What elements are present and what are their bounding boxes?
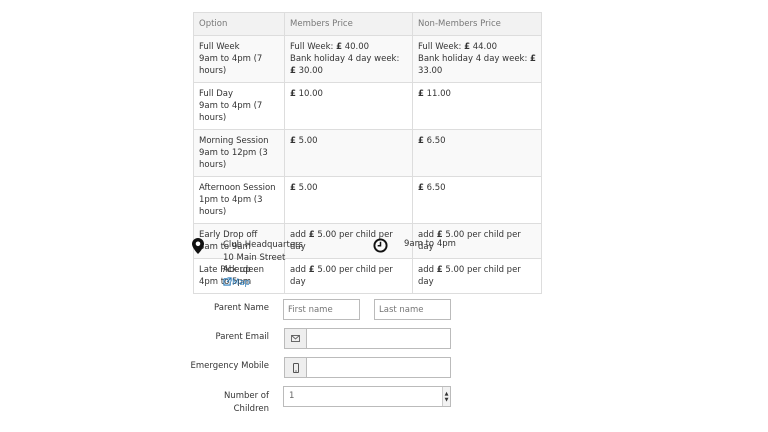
table-row: Full Day 9am to 4pm (7 hours) £ 10.00 £ 1… [193, 82, 542, 130]
members-price-cell: £ 5.00 [284, 176, 413, 224]
option-cell: Afternoon Session 1pm to 4pm (3 hours) [193, 176, 285, 224]
map-link-label: Map [232, 277, 250, 288]
price-label: Full Week: [418, 42, 465, 52]
currency-symbol: £ [290, 89, 296, 99]
currency-symbol: £ [336, 42, 343, 52]
price-amount: 11.00 [426, 89, 451, 99]
members-price-cell: Full Week: £ 40.00 Bank holiday 4 day we… [284, 35, 413, 83]
currency-symbol: £ [418, 136, 424, 146]
clock-icon [373, 238, 388, 253]
currency-symbol: £ [418, 183, 424, 193]
price-prefix: add [418, 265, 437, 275]
children-label-line1: Number of [223, 391, 269, 401]
option-time: 9am to 4pm (7 hours) [199, 54, 263, 76]
currency-symbol: £ [464, 42, 471, 52]
price-amount: 5.00 [298, 183, 318, 193]
non-members-price-cell: £ 6.50 [412, 129, 542, 177]
currency-symbol: £ [290, 136, 296, 146]
price-amount: 30.00 [298, 66, 323, 76]
pricing-header-row: Option Members Price Non-Members Price [193, 12, 542, 36]
price-label: Bank holiday 4 day week: [290, 54, 400, 64]
currency-symbol: £ [436, 265, 443, 275]
location-name: Club Headquarters [223, 240, 303, 250]
emergency-mobile-input[interactable] [306, 357, 451, 378]
non-members-price-cell: £ 6.50 [412, 176, 542, 224]
price-label: Full Week: [290, 42, 337, 52]
envelope-icon [284, 328, 307, 349]
currency-symbol: £ [290, 66, 296, 76]
last-name-input[interactable] [374, 299, 451, 320]
children-selected-value: 1 [289, 391, 295, 401]
price-amount: 40.00 [344, 42, 370, 52]
map-link[interactable]: Map [223, 276, 250, 288]
opening-hours: 9am to 4pm [404, 239, 456, 249]
header-non-members-price: Non-Members Price [412, 12, 542, 36]
currency-symbol: £ [290, 183, 296, 193]
header-members-price: Members Price [284, 12, 413, 36]
number-of-children-label: Number of Children [189, 390, 269, 415]
external-link-icon [223, 276, 232, 288]
members-price-cell: £ 5.00 [284, 129, 413, 177]
price-amount: 33.00 [418, 66, 443, 76]
parent-name-label: Parent Name [214, 303, 269, 313]
non-members-price-cell: add £ 5.00 per child per day [412, 258, 542, 294]
price-amount: 44.00 [472, 42, 498, 52]
option-cell: Full Week 9am to 4pm (7 hours) [193, 35, 285, 83]
table-row: Afternoon Session 1pm to 4pm (3 hours) £ … [193, 176, 542, 224]
children-label-line2: Children [233, 403, 269, 414]
header-option: Option [193, 12, 285, 36]
location-city: Aberdeen [223, 265, 265, 275]
option-name: Morning Session [199, 136, 269, 146]
option-time: 9am to 12pm (3 hours) [199, 148, 268, 170]
currency-symbol: £ [308, 230, 315, 240]
members-price-cell: add £ 5.00 per child per day [284, 258, 413, 294]
currency-symbol: £ [418, 89, 424, 99]
non-members-price-cell: Full Week: £ 44.00 Bank holiday 4 day we… [412, 35, 542, 83]
price-amount: 6.50 [426, 183, 446, 193]
members-price-cell: add £ 5.00 per child per day [284, 223, 413, 259]
parent-email-input[interactable] [306, 328, 451, 349]
option-name: Full Day [199, 89, 234, 99]
price-label: Bank holiday 4 day week: [418, 54, 531, 64]
option-name: Afternoon Session [199, 183, 276, 193]
price-amount: 5.00 [445, 265, 465, 275]
map-marker-icon [192, 238, 204, 254]
option-cell: Full Day 9am to 4pm (7 hours) [193, 82, 285, 130]
option-time: 1pm to 4pm (3 hours) [199, 195, 263, 217]
option-time: 9am to 4pm (7 hours) [199, 101, 263, 123]
number-of-children-select[interactable]: 1 ▲ ▼ [283, 386, 451, 407]
price-amount: 10.00 [298, 89, 323, 99]
location-street: 10 Main Street [223, 252, 286, 263]
option-cell: Morning Session 9am to 12pm (3 hours) [193, 129, 285, 177]
select-arrow-icon: ▲ ▼ [442, 387, 450, 406]
table-row: Full Week 9am to 4pm (7 hours) Full Week:… [193, 35, 542, 83]
members-price-cell: £ 10.00 [284, 82, 413, 130]
price-amount: 5.00 [317, 265, 337, 275]
parent-email-label: Parent Email [215, 332, 270, 342]
address-block: Club Headquarters 10 Main Street Aberdee… [223, 239, 303, 289]
price-amount: 5.00 [298, 136, 318, 146]
first-name-input[interactable] [283, 299, 360, 320]
currency-symbol: £ [530, 54, 536, 64]
non-members-price-cell: £ 11.00 [412, 82, 542, 130]
price-amount: 5.00 [317, 230, 337, 240]
option-name: Full Week [199, 42, 240, 52]
emergency-mobile-label: Emergency Mobile [190, 361, 269, 371]
currency-symbol: £ [308, 265, 315, 275]
mobile-phone-icon [284, 357, 307, 378]
price-amount: 6.50 [426, 136, 446, 146]
table-row: Morning Session 9am to 12pm (3 hours) £ 5… [193, 129, 542, 177]
